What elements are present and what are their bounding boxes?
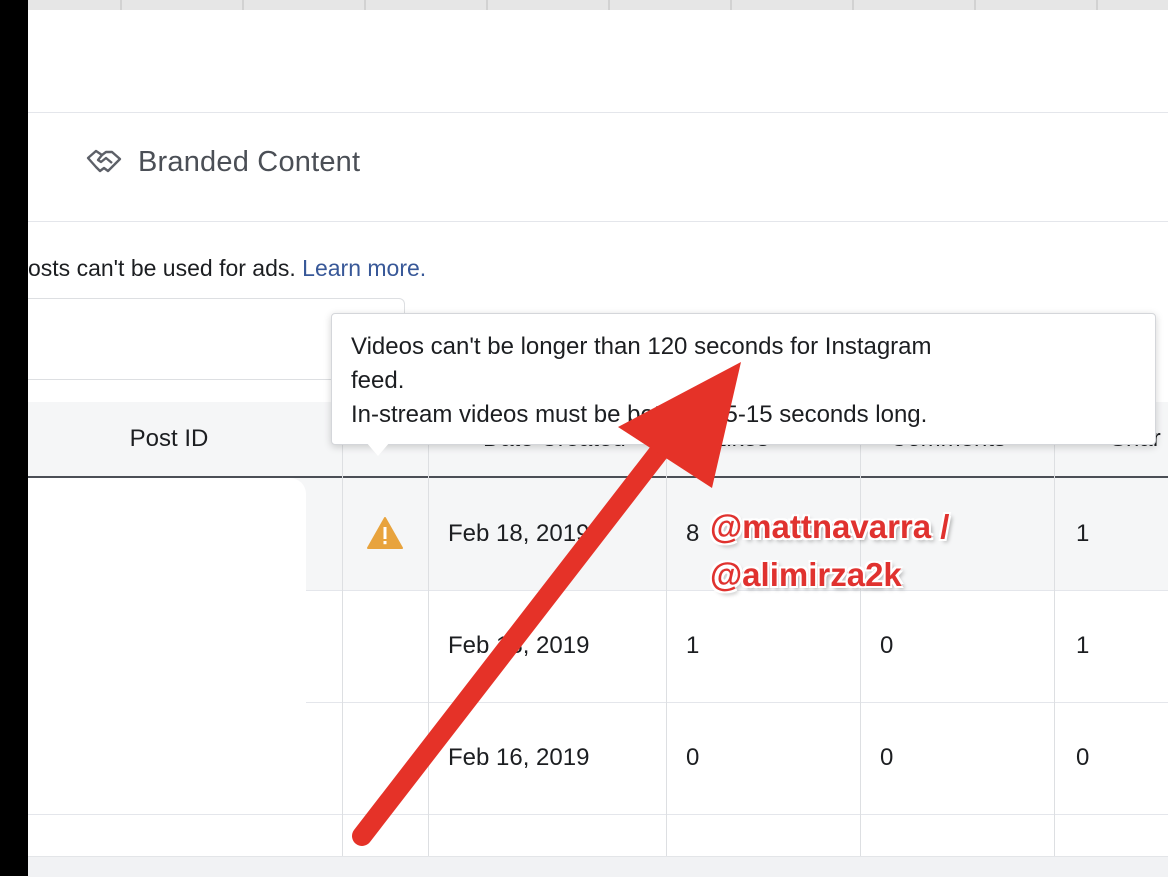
column-divider — [666, 402, 667, 856]
post-id-cell — [28, 702, 306, 814]
column-divider — [428, 402, 429, 856]
branded-content-tab[interactable]: Branded Content — [84, 138, 360, 186]
watermark-line: @mattnavarra / — [710, 508, 950, 545]
divider — [28, 221, 1168, 222]
divider — [28, 112, 1168, 113]
column-divider — [1054, 402, 1055, 856]
post-id-cell — [28, 478, 306, 590]
warning-icon[interactable] — [366, 516, 404, 550]
date-cell: Feb 18, 2019 — [448, 520, 590, 547]
ads-notice-text: osts can't be used for ads. — [28, 255, 296, 281]
column-divider — [860, 402, 861, 856]
posts-table: Post ID Date Created Likes Comments Shar… — [28, 402, 1168, 856]
post-id-cell — [28, 590, 306, 702]
tooltip-caret — [366, 442, 390, 456]
table-row[interactable]: Feb 18, 2019 1 0 1 — [28, 590, 1168, 703]
branded-content-label: Branded Content — [138, 145, 361, 178]
table-row[interactable]: Feb 16, 2019 0 0 0 — [28, 702, 1168, 815]
shares-cell: 1 — [1076, 520, 1090, 547]
tooltip-line: In-stream videos must be between 5-15 se… — [351, 401, 928, 428]
likes-cell: 0 — [686, 744, 700, 771]
comments-cell: 0 — [880, 632, 894, 659]
watermark-line: @alimirza2k — [710, 556, 902, 593]
shares-cell: 0 — [1076, 744, 1090, 771]
video-length-tooltip: Videos can't be longer than 120 seconds … — [331, 313, 1156, 445]
ads-notice: osts can't be used for ads. Learn more. — [28, 255, 426, 282]
column-header-post-id[interactable]: Post ID — [28, 402, 310, 476]
learn-more-link[interactable]: Learn more. — [302, 255, 426, 281]
tooltip-line: feed. — [351, 367, 405, 394]
comments-cell: 0 — [880, 744, 894, 771]
likes-cell: 1 — [686, 632, 700, 659]
top-edge-strip — [0, 0, 1168, 10]
column-divider — [342, 402, 343, 856]
bottom-edge-strip — [28, 856, 1168, 877]
likes-cell: 8 — [686, 520, 700, 547]
shares-cell: 1 — [1076, 632, 1090, 659]
tooltip-line: Videos can't be longer than 120 seconds … — [351, 333, 932, 360]
table-row[interactable]: Feb 18, 2019 8 1 — [28, 478, 1168, 591]
author-watermark: @mattnavarra / @alimirza2k — [710, 503, 949, 599]
left-screen-border — [0, 0, 28, 876]
date-cell: Feb 16, 2019 — [448, 744, 590, 771]
date-cell: Feb 18, 2019 — [448, 632, 590, 659]
handshake-icon — [84, 142, 124, 182]
